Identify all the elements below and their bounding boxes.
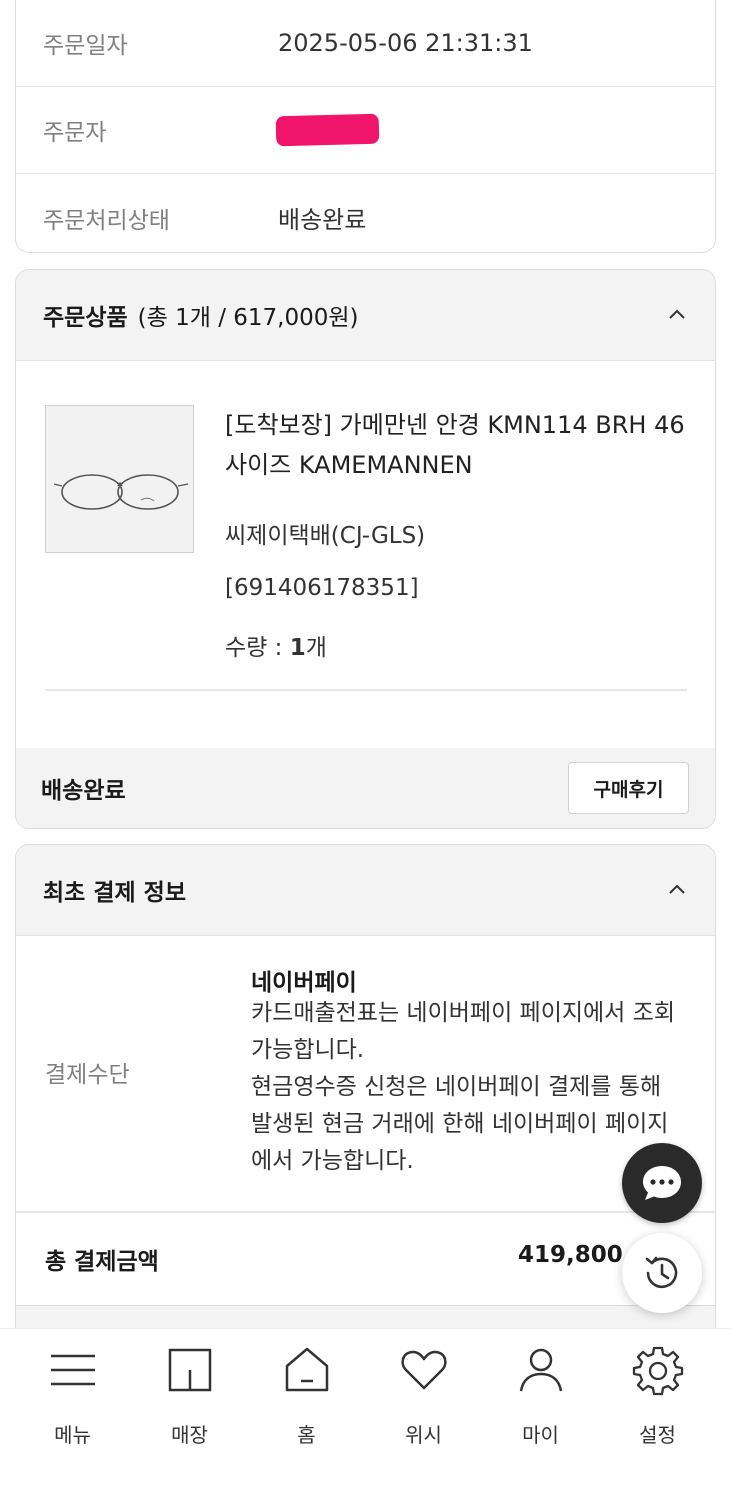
heart-icon [400, 1350, 447, 1390]
delivery-status: 배송완료 [41, 778, 126, 804]
home-icon [285, 1347, 328, 1392]
payment-info-card: 최초 결제 정보 결제수단 네이버페이 카드매출전표는 네이버페이 페이지에서 … [15, 844, 716, 1354]
nav-store-label: 매장 [171, 1423, 208, 1447]
total-payment-label: 총 결제금액 [45, 1249, 159, 1275]
divider [16, 1211, 715, 1213]
total-payment-value: 419,800 [518, 1242, 623, 1268]
order-info-card: 주문일자 2025-05-06 21:31:31 주문자 주문처리상태 배송완료 [15, 0, 716, 253]
orderer-row: 주문자 [16, 87, 715, 174]
nav-home[interactable]: 홈 [248, 1329, 365, 1459]
nav-settings[interactable]: 설정 [599, 1329, 716, 1459]
quantity-unit: 개 [305, 635, 327, 661]
nav-home-label: 홈 [297, 1423, 316, 1447]
payment-method-name: 네이버페이 [251, 970, 357, 996]
order-status-label: 주문처리상태 [43, 207, 170, 234]
divider [45, 689, 687, 691]
nav-wish-label: 위시 [405, 1423, 442, 1447]
menu-icon [50, 1354, 95, 1386]
nav-menu[interactable]: 메뉴 [14, 1329, 131, 1459]
payment-description-line: 발생된 현금 거래에 한해 네이버페이 페이지 [251, 1111, 669, 1137]
user-icon [519, 1348, 562, 1392]
payment-description-line: 현금영수증 신청은 네이버페이 결제를 통해 [251, 1074, 662, 1100]
chevron-up-icon[interactable] [669, 306, 685, 322]
product-thumbnail[interactable] [45, 405, 194, 553]
gear-icon [632, 1346, 683, 1396]
nav-store[interactable]: 매장 [131, 1329, 248, 1459]
order-products-title: 주문상품 [43, 305, 128, 331]
store-icon [168, 1348, 211, 1392]
glasses-image [53, 474, 189, 510]
order-date-row: 주문일자 2025-05-06 21:31:31 [16, 0, 715, 87]
chat-button[interactable] [622, 1143, 702, 1223]
order-products-header[interactable]: 주문상품 (총 1개 / 617,000원) [16, 270, 715, 361]
payment-method-label: 결제수단 [45, 1062, 130, 1088]
nav-my[interactable]: 마이 [482, 1329, 599, 1459]
quantity-label: 수량 : [225, 635, 290, 661]
payment-info-header[interactable]: 최초 결제 정보 [16, 845, 715, 936]
order-date-value: 2025-05-06 21:31:31 [278, 29, 533, 57]
nav-my-label: 마이 [522, 1423, 559, 1447]
chat-icon [643, 1166, 681, 1200]
payment-description-line: 카드매출전표는 네이버페이 페이지에서 조회 [251, 1000, 675, 1026]
product-name[interactable]: [도착보장] 가메만넨 안경 KMN114 BRH 46사이즈 KAMEMANN… [225, 405, 685, 485]
nav-settings-label: 설정 [639, 1423, 676, 1447]
orderer-label: 주문자 [43, 120, 107, 146]
order-status-value: 배송완료 [278, 206, 367, 234]
quantity-value: 1 [289, 635, 306, 661]
bottom-navigation: 메뉴 매장 홈 위시 마이 설정 [0, 1328, 731, 1500]
recent-view-button[interactable] [622, 1233, 702, 1313]
history-icon [645, 1256, 678, 1289]
payment-info-title: 최초 결제 정보 [43, 880, 186, 906]
delivery-status-bar: 배송완료 구매후기 [16, 748, 715, 828]
order-products-summary: (총 1개 / 617,000원) [137, 305, 359, 331]
order-date-label: 주문일자 [43, 33, 128, 59]
tracking-number[interactable]: [691406178351] [225, 575, 419, 601]
payment-description-line: 가능합니다. [251, 1037, 365, 1063]
nav-menu-label: 메뉴 [54, 1423, 91, 1447]
redacted-orderer-name [275, 113, 380, 147]
nav-wish[interactable]: 위시 [365, 1329, 482, 1459]
order-products-card: 주문상품 (총 1개 / 617,000원) [도착보장] 가메만넨 안경 KM… [15, 269, 716, 829]
order-status-row: 주문처리상태 배송완료 [16, 174, 715, 252]
write-review-button[interactable]: 구매후기 [568, 762, 689, 814]
chevron-up-icon[interactable] [669, 881, 685, 897]
quantity: 수량 : 1개 [225, 628, 327, 662]
courier-name: 씨제이택배(CJ-GLS) [225, 523, 426, 549]
